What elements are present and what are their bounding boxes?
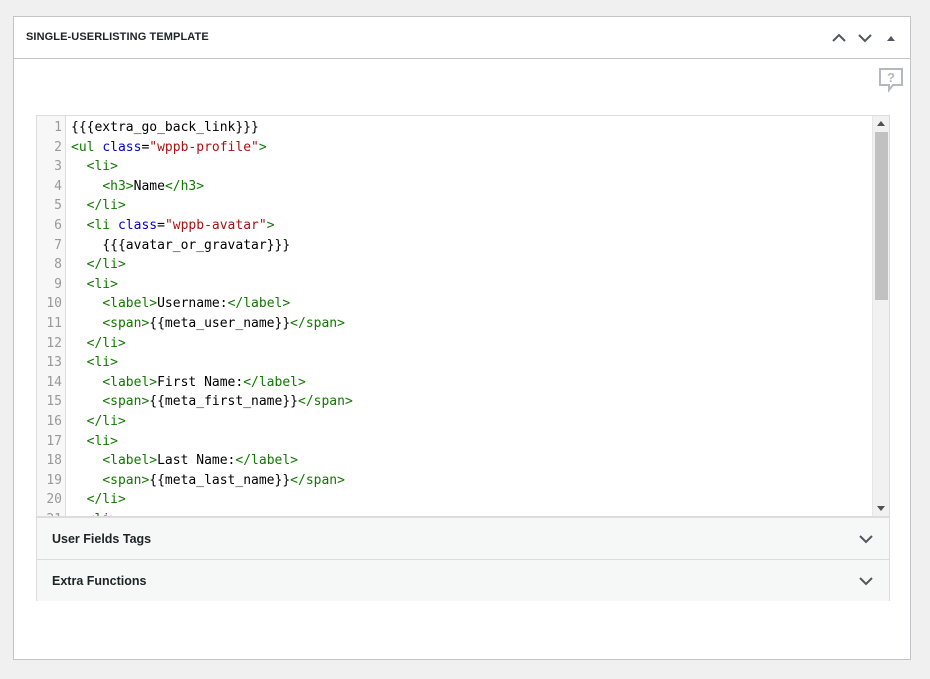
line-number: 2: [54, 139, 62, 155]
code-text[interactable]: <li>: [71, 275, 118, 295]
chevron-down-icon: [858, 34, 872, 43]
help-icon-glyph: ?: [887, 70, 895, 85]
code-line[interactable]: 15 <span>{{meta_first_name}}</span>: [37, 392, 889, 412]
accordion-user-fields-tags[interactable]: User Fields Tags: [37, 517, 889, 559]
line-number: 3: [54, 159, 62, 175]
code-line[interactable]: 8 </li>: [37, 255, 889, 275]
line-number: 14: [46, 374, 62, 390]
accordion-label: User Fields Tags: [52, 532, 152, 546]
code-text[interactable]: {{{avatar_or_gravatar}}}: [71, 236, 290, 256]
code-line[interactable]: 6 <li class="wppb-avatar">: [37, 216, 889, 236]
tags-accordion: User Fields Tags Extra Functions: [36, 517, 890, 601]
line-number: 21: [37, 510, 62, 516]
chevron-down-icon: [859, 535, 873, 544]
postbox-title: SINGLE-USERLISTING TEMPLATE: [26, 31, 209, 43]
line-number: 13: [46, 355, 62, 371]
scroll-up-arrow-icon[interactable]: [877, 120, 885, 126]
line-number: 8: [54, 257, 62, 273]
code-text[interactable]: <label>Last Name:</label>: [71, 451, 298, 471]
template-postbox: SINGLE-USERLISTING TEMPLATE ? 1 {{{extra…: [13, 16, 911, 660]
code-line[interactable]: 2 <ul class="wppb-profile">: [37, 138, 889, 158]
line-number: 4: [54, 178, 62, 194]
line-number: 6: [54, 217, 62, 233]
code-line[interactable]: 1 {{{extra_go_back_link}}}: [37, 118, 889, 138]
line-number: 11: [46, 315, 62, 331]
code-line[interactable]: 4 <h3>Name</h3>: [37, 177, 889, 197]
code-text[interactable]: </li>: [71, 255, 126, 275]
code-text[interactable]: {{{extra_go_back_link}}}: [71, 118, 259, 138]
code-text[interactable]: </li>: [71, 334, 126, 354]
code-line[interactable]: 19 <span>{{meta_last_name}}</span>: [37, 471, 889, 491]
code-text[interactable]: <h3>Name</h3>: [71, 177, 204, 197]
code-text[interactable]: <span>{{meta_user_name}}</span>: [71, 314, 345, 334]
line-number: 7: [54, 237, 62, 253]
code-text[interactable]: <span>{{meta_first_name}}</span>: [71, 392, 352, 412]
code-text[interactable]: </li>: [71, 196, 126, 216]
code-line[interactable]: 18 <label>Last Name:</label>: [37, 451, 889, 471]
line-number: 10: [46, 296, 62, 312]
code-line[interactable]: 17 <li>: [37, 432, 889, 452]
chevron-up-icon: [832, 33, 846, 42]
line-number: 5: [54, 198, 62, 214]
code-line[interactable]: 11 <span>{{meta_user_name}}</span>: [37, 314, 889, 334]
code-text[interactable]: <li class="wppb-avatar">: [71, 216, 275, 236]
code-text[interactable]: </li>: [71, 412, 126, 432]
code-text[interactable]: <li>: [71, 510, 118, 516]
line-number: 12: [46, 335, 62, 351]
line-number: 18: [46, 453, 62, 469]
code-line[interactable]: 14 <label>First Name:</label>: [37, 373, 889, 393]
code-text[interactable]: <li>: [71, 353, 118, 373]
code-lines[interactable]: 1 {{{extra_go_back_link}}} 2 <ul class="wpp…: [37, 118, 889, 516]
move-up-button[interactable]: [826, 26, 852, 50]
triangle-up-icon: [887, 36, 895, 41]
code-text[interactable]: <li>: [71, 432, 118, 452]
vertical-scrollbar[interactable]: [872, 116, 889, 516]
code-line[interactable]: 12 </li>: [37, 334, 889, 354]
line-number: 20: [46, 492, 62, 508]
code-editor[interactable]: 1 {{{extra_go_back_link}}} 2 <ul class="wpp…: [36, 115, 890, 517]
code-line[interactable]: 3 <li>: [37, 157, 889, 177]
postbox-header: SINGLE-USERLISTING TEMPLATE: [14, 17, 910, 59]
code-line[interactable]: 13 <li>: [37, 353, 889, 373]
code-text[interactable]: <label>Username:</label>: [71, 294, 290, 314]
line-number: 19: [46, 472, 62, 488]
code-line[interactable]: 16 </li>: [37, 412, 889, 432]
scroll-down-arrow-icon[interactable]: [877, 506, 885, 512]
move-down-button[interactable]: [852, 26, 878, 50]
line-number: 9: [54, 276, 62, 292]
code-text[interactable]: <li>: [71, 157, 118, 177]
code-text[interactable]: <span>{{meta_last_name}}</span>: [71, 471, 345, 491]
code-text[interactable]: <label>First Name:</label>: [71, 373, 306, 393]
question-bubble-icon: ?: [879, 68, 903, 93]
toggle-panel-button[interactable]: [878, 26, 904, 50]
accordion-extra-functions[interactable]: Extra Functions: [37, 559, 889, 601]
code-line[interactable]: 9 <li>: [37, 275, 889, 295]
code-line[interactable]: 7 {{{avatar_or_gravatar}}}: [37, 236, 889, 256]
code-line[interactable]: 5 </li>: [37, 196, 889, 216]
code-text[interactable]: </li>: [71, 490, 126, 510]
code-line[interactable]: 20 </li>: [37, 490, 889, 510]
line-number: 17: [46, 433, 62, 449]
line-number: 1: [54, 120, 62, 135]
help-button[interactable]: ?: [878, 67, 904, 93]
accordion-label: Extra Functions: [52, 574, 147, 588]
line-number: 16: [46, 413, 62, 429]
line-number: 15: [46, 394, 62, 410]
scrollbar-thumb[interactable]: [875, 132, 888, 300]
code-line[interactable]: 21 <li>: [37, 510, 889, 516]
chevron-down-icon: [859, 577, 873, 586]
code-line[interactable]: 10 <label>Username:</label>: [37, 294, 889, 314]
code-text[interactable]: <ul class="wppb-profile">: [71, 138, 267, 158]
handle-actions: [826, 26, 904, 50]
